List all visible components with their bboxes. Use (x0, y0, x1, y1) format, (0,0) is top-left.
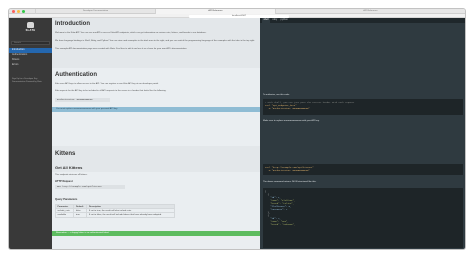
auth-heading: Authentication (55, 72, 97, 78)
auth-code-caption: To authorize, use this code: (263, 94, 290, 96)
sidebar: SLATE Search Introduction Authentication… (9, 18, 52, 249)
code-line: "breed": "unknown", (265, 222, 296, 226)
query-params-table: Parameter Default Description include_ca… (54, 203, 175, 218)
intro-paragraph: We have language bindings in Shell, Ruby… (55, 40, 255, 42)
auth-info-notice: You must replace meowmeowmeow with your … (52, 107, 260, 112)
intro-paragraph: Welcome to the Kittn API! You can use ou… (55, 32, 207, 34)
logo-text: SLATE (25, 29, 36, 32)
sidebar-item-kittens[interactable]: Kittens (9, 58, 52, 63)
lang-tab-python[interactable]: python (279, 18, 289, 23)
auth-header-example: Authorization: meowmeowmeow (55, 98, 110, 102)
kittens-heading: Kittens (55, 151, 76, 157)
intro-paragraph: This example API documentation page was … (55, 48, 187, 50)
close-window-button[interactable] (12, 10, 15, 13)
minimize-window-button[interactable] (17, 10, 20, 13)
kittens-subheading: Get All Kittens (55, 165, 83, 170)
main-content: Introduction Welcome to the Kittn API! Y… (52, 18, 260, 249)
query-params-heading: Query Parameters (55, 198, 78, 201)
http-request-example: GET http://example.com/api/kittens (55, 185, 125, 189)
maximize-window-button[interactable] (22, 10, 25, 13)
kittens-code-block: curl "http://example.com/api/kittens" -H… (263, 164, 463, 175)
sidebar-item-errors[interactable]: Errors (9, 63, 52, 68)
success-notice: Remember — a happy kitten is an authenti… (52, 231, 260, 236)
sidebar-item-introduction[interactable]: Introduction (9, 48, 52, 53)
logo-icon (27, 22, 34, 28)
browser-window: Developer Documentation API Reference AP… (8, 8, 466, 250)
table-cell: available (54, 212, 75, 218)
kittens-section (52, 146, 260, 172)
kittens-description: This endpoint retrieves all kittens. (55, 174, 88, 176)
json-response-block: [ { "id": 1, "name": "Fluffums", "breed"… (263, 188, 463, 248)
sidebar-item-authentication[interactable]: Authentication (9, 53, 52, 58)
auth-code-note: Make sure to replace meowmeowmeow with y… (263, 120, 320, 122)
auth-code-block: # With shell, you can just pass the corr… (263, 99, 463, 115)
table-cell: true (73, 212, 88, 218)
table-row: available true If set to false, the resu… (54, 212, 175, 218)
sidebar-footer: Sign Up for a Developer Key Documentatio… (12, 78, 50, 84)
language-selector: shell ruby python (260, 18, 465, 23)
auth-paragraph: Kittn expects for the API key to be incl… (55, 90, 167, 92)
json-caption: The above command returns JSON structure… (263, 181, 317, 183)
lang-tab-shell[interactable]: shell (262, 18, 270, 23)
search-input[interactable]: Search (11, 41, 50, 45)
code-pane: shell ruby python To authorize, use this… (260, 18, 465, 249)
lang-tab-ruby[interactable]: ruby (271, 18, 279, 23)
powered-by-link[interactable]: Documentation Powered by Slate (12, 81, 50, 84)
code-line: -H "Authorization: meowmeowmeow" (265, 106, 310, 110)
table-cell: If set to false, the result will include… (86, 212, 175, 218)
code-line: -H "Authorization: meowmeowmeow" (265, 168, 310, 172)
http-request-heading: HTTP Request (55, 180, 73, 183)
auth-paragraph: Kittn uses API keys to allow access to t… (55, 83, 159, 85)
logo: SLATE (22, 22, 39, 34)
intro-heading: Introduction (55, 21, 90, 27)
